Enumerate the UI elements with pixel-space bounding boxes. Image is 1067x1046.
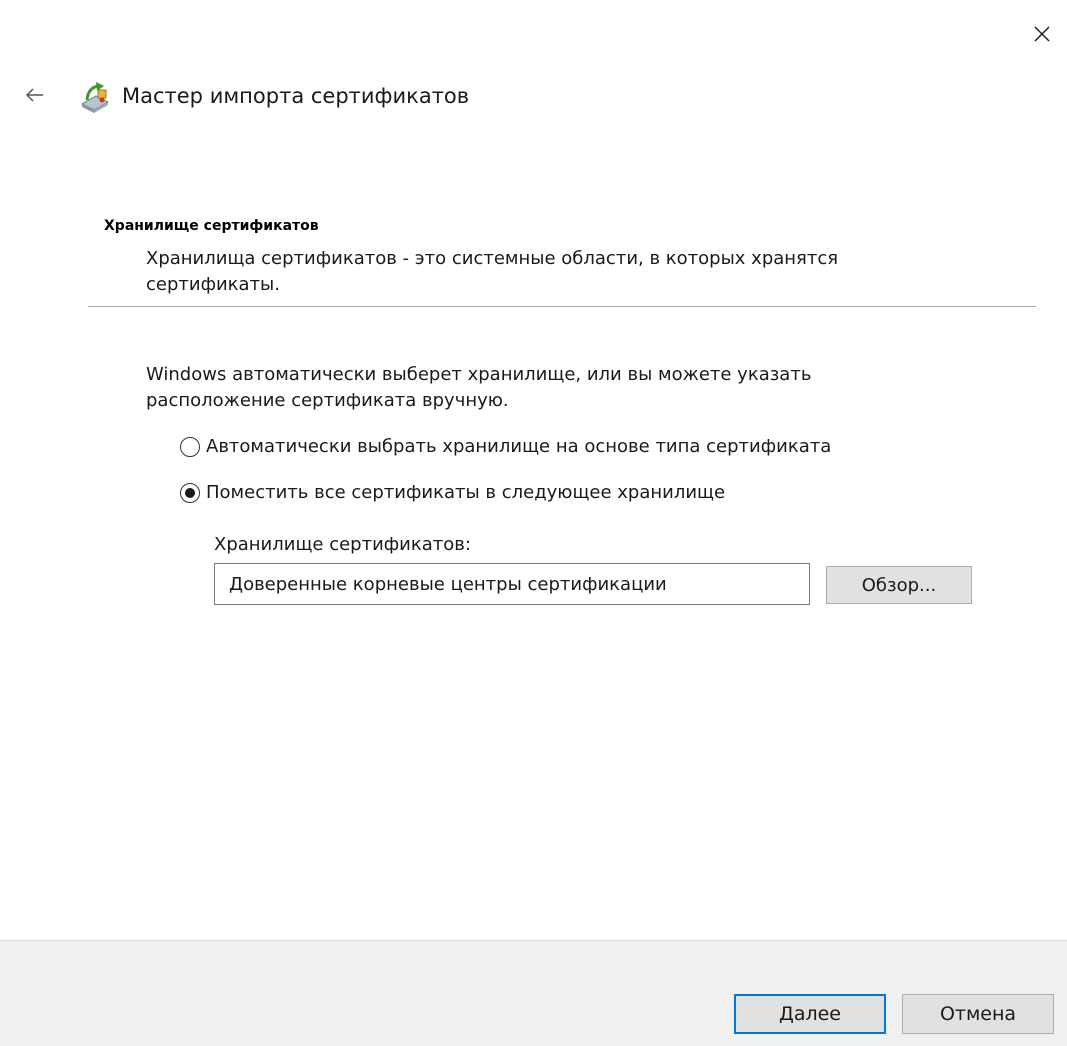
back-arrow-icon: [25, 88, 43, 102]
next-button[interactable]: Далее: [734, 994, 886, 1034]
radio-button-checked[interactable]: [180, 482, 200, 503]
certificate-store-field[interactable]: Доверенные корневые центры сертификации: [214, 563, 810, 605]
section-description: Хранилища сертификатов - это системные о…: [146, 248, 839, 295]
radio-auto-select-store[interactable]: Автоматически выбрать хранилище на основ…: [180, 436, 831, 457]
store-field-label: Хранилище сертификатов:: [214, 534, 471, 555]
browse-button[interactable]: Обзор...: [826, 566, 972, 604]
certificate-wizard-icon: [80, 82, 110, 113]
close-icon: [1034, 26, 1050, 42]
cancel-button[interactable]: Отмена: [902, 994, 1054, 1034]
radio-auto-select-label: Автоматически выбрать хранилище на основ…: [206, 436, 832, 457]
wizard-title: Мастер импорта сертификатов: [122, 84, 470, 108]
radio-place-in-store[interactable]: Поместить все сертификаты в следующее хр…: [180, 482, 725, 503]
intro-text: Windows автоматически выберет хранилище,…: [146, 364, 812, 411]
section-title: Хранилище сертификатов: [104, 218, 319, 234]
back-button[interactable]: [20, 80, 50, 110]
radio-place-in-store-label: Поместить все сертификаты в следующее хр…: [206, 482, 726, 503]
radio-button-unchecked[interactable]: [180, 436, 200, 457]
close-button[interactable]: [1022, 16, 1062, 52]
certificate-import-wizard-window: Мастер импорта сертификатов Хранилище се…: [0, 0, 1067, 1046]
header-divider: [88, 306, 1036, 307]
